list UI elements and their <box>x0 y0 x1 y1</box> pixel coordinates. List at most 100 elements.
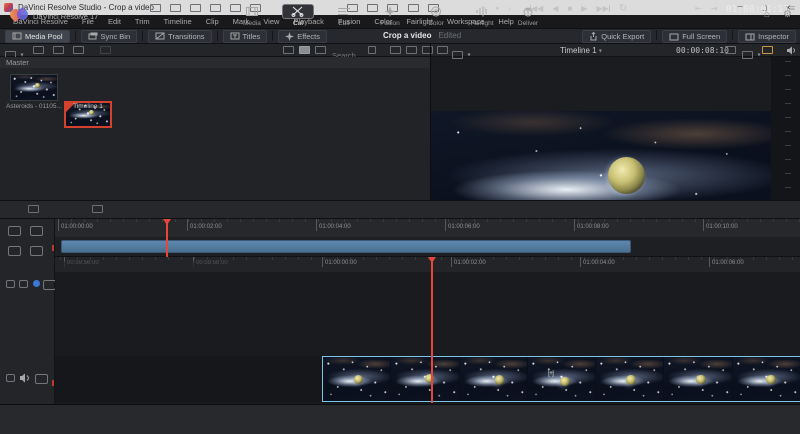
tab-fairlight[interactable]: Fairlight <box>459 0 505 30</box>
tab-label: Deliver <box>517 19 539 27</box>
track-effect-icon[interactable] <box>30 226 43 236</box>
tab-media[interactable]: Media <box>229 0 275 30</box>
skip-forward-button[interactable]: ▶▶ <box>596 4 610 14</box>
divider <box>216 31 218 41</box>
tools-icon[interactable] <box>742 50 753 59</box>
media-clip-asteroids[interactable] <box>10 74 58 101</box>
toolbox-icon[interactable] <box>28 205 39 213</box>
camera-icon[interactable] <box>725 46 736 54</box>
tab-label: Media <box>243 19 261 27</box>
media-pool-button[interactable]: Media Pool <box>5 29 70 43</box>
smart-insert-icon[interactable] <box>150 4 161 12</box>
settings-gear-icon[interactable]: ⚙ <box>783 9 792 20</box>
viewer-options-icon[interactable] <box>452 50 463 59</box>
filter-icon[interactable] <box>368 46 376 54</box>
close-up-icon[interactable] <box>210 4 221 12</box>
filmstrip-frame <box>664 357 733 401</box>
planet-thumb <box>34 83 40 89</box>
main-toolbar: Media Pool Sync Bin Transitions Titles E… <box>0 28 800 44</box>
timeline-clip-asteroids[interactable] <box>322 356 800 402</box>
full-screen-button[interactable]: Full Screen <box>662 30 728 43</box>
audio-mixer-icon[interactable] <box>92 205 103 213</box>
source-mode-icon[interactable] <box>437 46 448 54</box>
window-title: DaVinci Resolve Studio - Crop a video <box>18 3 154 12</box>
chevron-down-icon[interactable]: ▾ <box>757 52 760 58</box>
panel-bar: ▾ ▾ Timeline 1 ▾ 00:00:08:10 ▾ <box>0 44 800 61</box>
ruler-label: 01:00:02:00 <box>451 260 486 267</box>
stop-button[interactable]: ■ <box>567 4 572 14</box>
strip-view-icon[interactable] <box>283 46 294 54</box>
project-manager-icon[interactable]: ⌂ <box>764 9 770 20</box>
effects-button[interactable]: Effects <box>278 29 327 43</box>
menu-item-trim[interactable]: Trim <box>128 17 157 26</box>
thumbnail-view-icon[interactable] <box>299 46 310 54</box>
ruler-label: 01:00:06:00 <box>445 224 480 231</box>
ruler-label: 01:00:02:00 <box>187 224 222 231</box>
filmstrip-frame <box>323 357 392 401</box>
tab-deliver[interactable]: Deliver <box>505 0 551 30</box>
davinci-logo-icon <box>7 6 31 23</box>
inspector-button[interactable]: Inspector <box>738 30 796 43</box>
tab-cut[interactable]: Cut <box>275 0 321 30</box>
goto-in-icon[interactable]: ⇤ <box>695 4 702 14</box>
project-title-area: Crop a video Edited <box>383 31 461 40</box>
bin-name: Master <box>6 58 29 67</box>
marker-color-swatch[interactable] <box>33 280 40 287</box>
filmstrip-frame <box>732 357 800 401</box>
track-insert-icon[interactable] <box>8 226 21 236</box>
effects-icon <box>285 31 295 41</box>
playhead-lower[interactable] <box>431 257 433 403</box>
inspector-label: Inspector <box>758 32 789 41</box>
filmstrip-frame <box>459 357 528 401</box>
video-track-icon[interactable] <box>35 374 48 384</box>
transport-bar <box>0 200 800 219</box>
tab-fusion[interactable]: Fusion <box>367 0 413 30</box>
ripple-overwrite-icon[interactable] <box>190 4 201 12</box>
playhead-upper[interactable] <box>166 219 168 257</box>
timeline-overview-clip[interactable] <box>61 240 631 253</box>
trim-head-icon[interactable] <box>8 246 21 256</box>
usage-icon[interactable] <box>406 46 417 54</box>
divider <box>142 31 144 41</box>
speaker-icon[interactable] <box>786 46 796 55</box>
timeline-selector[interactable]: Timeline 1 ▾ <box>560 46 602 55</box>
transform-icon[interactable] <box>762 46 773 54</box>
play-button[interactable]: ▶ <box>581 4 587 14</box>
media-pool-icon <box>12 32 22 40</box>
app-window: DaVinci Resolve Studio - Crop a video ─ … <box>0 0 800 434</box>
menu-item-timeline[interactable]: Timeline <box>157 17 199 26</box>
trim-tail-icon[interactable] <box>30 246 43 256</box>
transitions-icon <box>155 32 165 40</box>
import-folder-icon[interactable] <box>53 46 64 54</box>
goto-out-icon[interactable]: ⇥ <box>711 4 718 14</box>
tab-edit[interactable]: Edit <box>321 0 367 30</box>
ruler-label: 01:00:00:00 <box>58 224 93 231</box>
list-view-icon[interactable] <box>315 46 326 54</box>
clip-color-icon[interactable] <box>422 46 433 54</box>
clone-tool-icon[interactable] <box>100 46 111 54</box>
append-icon[interactable] <box>170 4 181 12</box>
quick-export-button[interactable]: Quick Export <box>582 30 652 43</box>
lock-track-icon[interactable] <box>6 374 15 382</box>
audio-track-icon[interactable] <box>19 373 30 383</box>
page-bar <box>0 404 800 434</box>
play-reverse-button[interactable]: ◀ <box>552 4 558 14</box>
chevron-down-icon[interactable]: ▾ <box>467 52 470 58</box>
sync-clips-icon[interactable] <box>73 46 84 54</box>
page-tabs: Media Cut Edit Fusion Color Fairlight De… <box>229 0 551 30</box>
color-tab-icon <box>431 6 441 16</box>
divider <box>732 30 734 40</box>
import-media-icon[interactable] <box>33 46 44 54</box>
menu-item-edit[interactable]: Edit <box>101 17 128 26</box>
tag-icon[interactable] <box>390 46 401 54</box>
bin-header: Master <box>0 57 430 68</box>
loop-button[interactable]: ↻ <box>619 4 627 14</box>
menu-item-clip[interactable]: Clip <box>199 17 226 26</box>
marker-icon[interactable] <box>19 280 28 288</box>
transitions-button[interactable]: Transitions <box>148 29 212 43</box>
snap-icon[interactable] <box>6 280 15 288</box>
tab-color[interactable]: Color <box>413 0 459 30</box>
titles-button[interactable]: Titles <box>222 29 268 43</box>
sync-bin-button[interactable]: Sync Bin <box>80 29 138 43</box>
quick-export-label: Quick Export <box>601 32 645 41</box>
